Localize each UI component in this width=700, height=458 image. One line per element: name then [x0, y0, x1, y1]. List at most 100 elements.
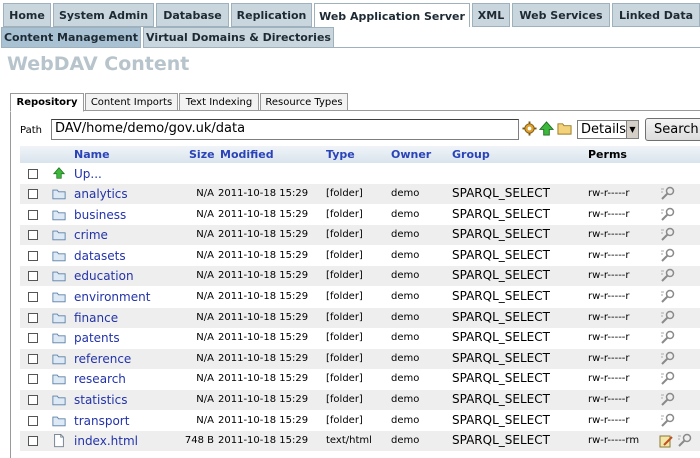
row-checkbox[interactable]	[28, 250, 38, 261]
row-type: [folder]	[326, 394, 363, 405]
row-name-link[interactable]: datasets	[74, 249, 126, 263]
page-title: WebDAV Content	[7, 53, 190, 75]
row-group: SPARQL_SELECT	[452, 330, 550, 345]
table-row: crime N/A 2011-10-18 15:29 [folder] demo SPAR…	[20, 225, 700, 246]
tab-web-application-server[interactable]: Web Application Server	[314, 3, 470, 28]
row-name-link[interactable]: education	[74, 269, 134, 283]
row-owner: demo	[391, 373, 420, 385]
properties-icon[interactable]	[659, 371, 675, 387]
row-size: N/A	[196, 229, 214, 241]
tab-xml[interactable]: XML	[472, 3, 510, 27]
folder-icon	[52, 354, 66, 365]
tab-web-services[interactable]: Web Services	[512, 3, 610, 27]
properties-icon[interactable]	[659, 310, 675, 326]
properties-icon[interactable]	[659, 289, 675, 305]
row-checkbox[interactable]	[28, 436, 38, 447]
row-name-link[interactable]: transport	[74, 414, 129, 428]
row-owner: demo	[391, 249, 420, 261]
properties-icon[interactable]	[659, 248, 675, 264]
row-name-link[interactable]: crime	[74, 228, 108, 242]
row-name-link[interactable]: analytics	[74, 187, 128, 201]
row-checkbox[interactable]	[28, 230, 38, 241]
search-button[interactable]: Search	[645, 118, 700, 141]
row-checkbox[interactable]	[28, 209, 38, 220]
row-name-link[interactable]: statistics	[74, 393, 128, 407]
tab-system-admin[interactable]: System Admin	[53, 3, 154, 27]
row-checkbox[interactable]	[28, 374, 38, 385]
row-group: SPARQL_SELECT	[452, 371, 550, 386]
folder-icon[interactable]	[557, 121, 572, 136]
row-perms: rw-r-----r	[588, 229, 630, 241]
row-owner: demo	[391, 229, 420, 241]
col-name[interactable]: Name	[74, 148, 110, 161]
tab-resource-types[interactable]: Resource Types	[260, 93, 348, 111]
properties-icon[interactable]	[659, 330, 675, 346]
properties-icon[interactable]	[659, 413, 675, 429]
view-select-value: Details	[581, 122, 627, 137]
up-link[interactable]: Up...	[74, 167, 102, 181]
row-checkbox[interactable]	[28, 312, 38, 323]
row-name-link[interactable]: index.html	[74, 434, 138, 448]
tab-home[interactable]: Home	[3, 3, 51, 27]
properties-icon[interactable]	[659, 207, 675, 223]
properties-icon[interactable]	[659, 186, 675, 202]
table-header: Name Size Modified Type Owner Group Perm…	[20, 146, 700, 163]
row-checkbox[interactable]	[28, 415, 38, 426]
row-modified: 2011-10-18 15:29	[218, 311, 309, 323]
row-size: N/A	[196, 188, 214, 199]
col-type[interactable]: Type	[326, 148, 355, 161]
path-input[interactable]: DAV/home/demo/gov.uk/data	[51, 119, 519, 140]
row-name-link[interactable]: business	[74, 208, 126, 222]
tab-replication[interactable]: Replication	[231, 3, 312, 27]
row-size: N/A	[196, 249, 214, 261]
properties-icon[interactable]	[659, 351, 675, 367]
row-perms: rw-r-----rm	[588, 435, 640, 447]
tab-content-imports[interactable]: Content Imports	[85, 93, 178, 111]
col-owner[interactable]: Owner	[391, 148, 431, 161]
row-group: SPARQL_SELECT	[452, 186, 550, 200]
up-arrow-icon[interactable]	[539, 121, 554, 136]
folder-icon	[52, 395, 66, 406]
row-checkbox[interactable]	[28, 189, 38, 199]
up-arrow-icon[interactable]	[52, 167, 66, 179]
row-checkbox[interactable]	[28, 292, 38, 302]
row-checkbox[interactable]	[28, 271, 38, 282]
subtab-virtual-domains[interactable]: Virtual Domains & Directories	[143, 27, 334, 48]
row-modified: 2011-10-18 15:29	[218, 435, 309, 447]
gear-icon[interactable]	[522, 121, 537, 136]
row-type: [folder]	[326, 229, 363, 241]
view-select[interactable]: Details ▼	[577, 120, 639, 139]
properties-icon[interactable]	[659, 392, 675, 408]
tab-text-indexing[interactable]: Text Indexing	[179, 93, 259, 111]
col-size[interactable]: Size	[189, 148, 215, 161]
row-type: [folder]	[326, 352, 363, 364]
table-row: reference N/A 2011-10-18 15:29 [folder] demo…	[20, 348, 700, 369]
properties-icon[interactable]	[659, 227, 675, 243]
row-group: SPARQL_SELECT	[452, 412, 550, 427]
row-group: SPARQL_SELECT	[452, 350, 550, 365]
row-checkbox[interactable]	[28, 333, 38, 344]
properties-icon[interactable]	[676, 433, 692, 449]
row-name-link[interactable]: environment	[74, 290, 150, 304]
row-type: [folder]	[326, 249, 363, 261]
col-modified[interactable]: Modified	[220, 148, 274, 161]
properties-icon[interactable]	[659, 268, 675, 284]
edit-icon[interactable]	[658, 433, 674, 449]
row-checkbox[interactable]	[28, 353, 38, 364]
row-checkbox[interactable]	[28, 395, 38, 405]
tab-database[interactable]: Database	[156, 3, 229, 27]
row-perms: rw-r-----r	[588, 414, 630, 426]
tab-linked-data[interactable]: Linked Data	[612, 3, 700, 27]
folder-icon	[52, 189, 66, 200]
tab-repository[interactable]: Repository	[10, 93, 84, 112]
col-group[interactable]: Group	[452, 148, 490, 161]
row-type: text/html	[326, 435, 372, 447]
row-name-link[interactable]: patents	[74, 331, 120, 345]
row-checkbox[interactable]	[28, 169, 38, 179]
row-name-link[interactable]: reference	[74, 352, 131, 366]
subtab-content-management[interactable]: Content Management	[1, 27, 141, 48]
row-owner: demo	[391, 188, 420, 199]
row-name-link[interactable]: research	[74, 372, 126, 386]
row-name-link[interactable]: finance	[74, 311, 118, 325]
row-group: SPARQL_SELECT	[452, 289, 550, 303]
